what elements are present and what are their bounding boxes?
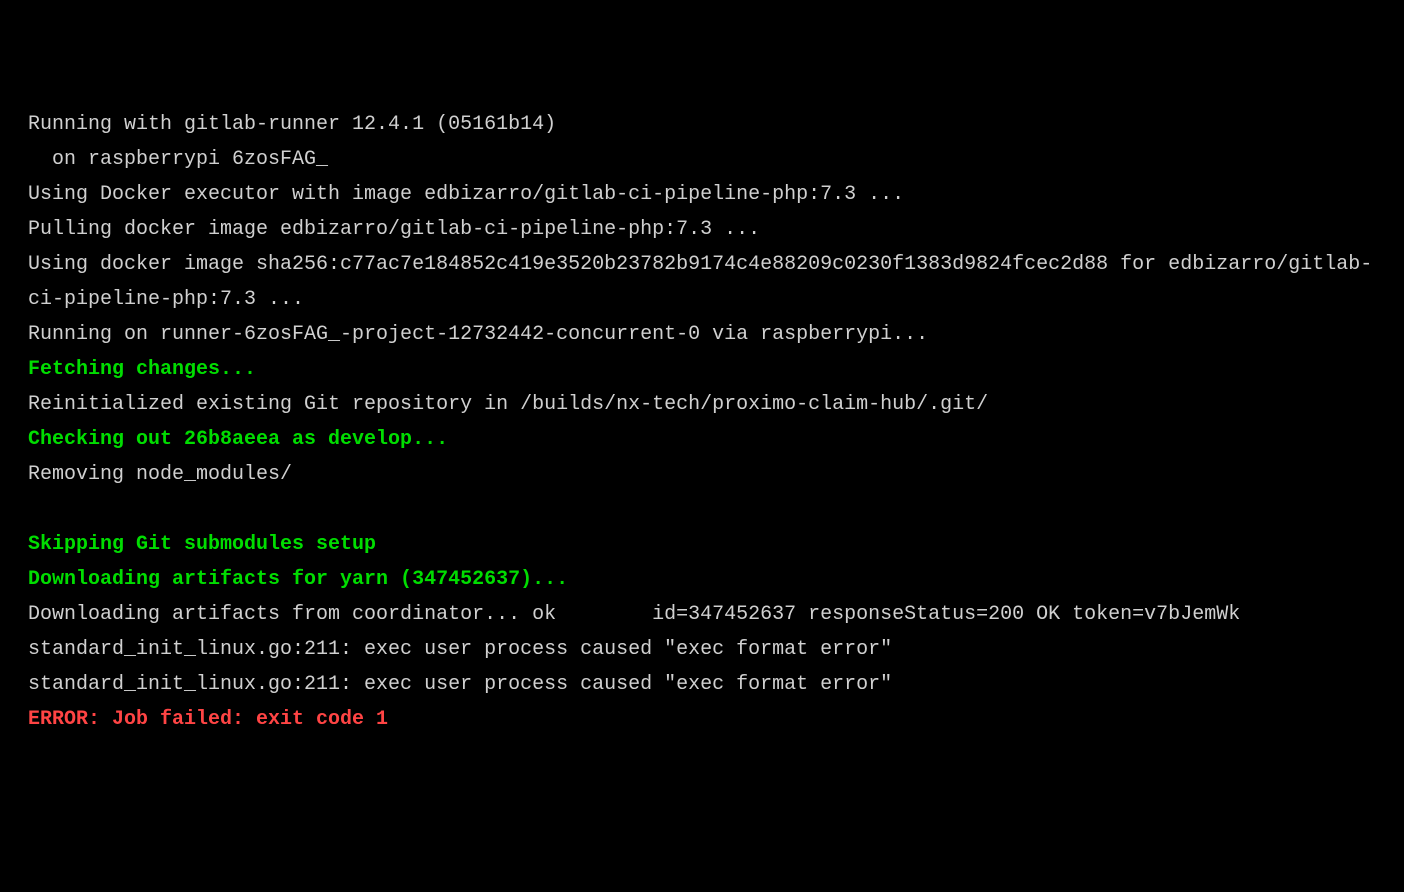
terminal-line: Running on runner-6zosFAG_-project-12732…: [28, 317, 1376, 352]
terminal-line: ERROR: Job failed: exit code 1: [28, 702, 1376, 737]
terminal-line: Skipping Git submodules setup: [28, 527, 1376, 562]
terminal-line: Downloading artifacts from coordinator..…: [28, 597, 1376, 632]
terminal-line: Fetching changes...: [28, 352, 1376, 387]
terminal-line: Running with gitlab-runner 12.4.1 (05161…: [28, 107, 1376, 142]
terminal-line: Downloading artifacts for yarn (34745263…: [28, 562, 1376, 597]
terminal-line: [28, 492, 1376, 527]
terminal-line: Using docker image sha256:c77ac7e184852c…: [28, 247, 1376, 317]
terminal-line: on raspberrypi 6zosFAG_: [28, 142, 1376, 177]
terminal-output: Running with gitlab-runner 12.4.1 (05161…: [28, 72, 1376, 737]
terminal-line: Pulling docker image edbizarro/gitlab-ci…: [28, 212, 1376, 247]
terminal-line: Reinitialized existing Git repository in…: [28, 387, 1376, 422]
terminal-line: Checking out 26b8aeea as develop...: [28, 422, 1376, 457]
terminal-line: standard_init_linux.go:211: exec user pr…: [28, 667, 1376, 702]
terminal-line: Removing node_modules/: [28, 457, 1376, 492]
terminal-line: standard_init_linux.go:211: exec user pr…: [28, 632, 1376, 667]
terminal-line: Using Docker executor with image edbizar…: [28, 177, 1376, 212]
